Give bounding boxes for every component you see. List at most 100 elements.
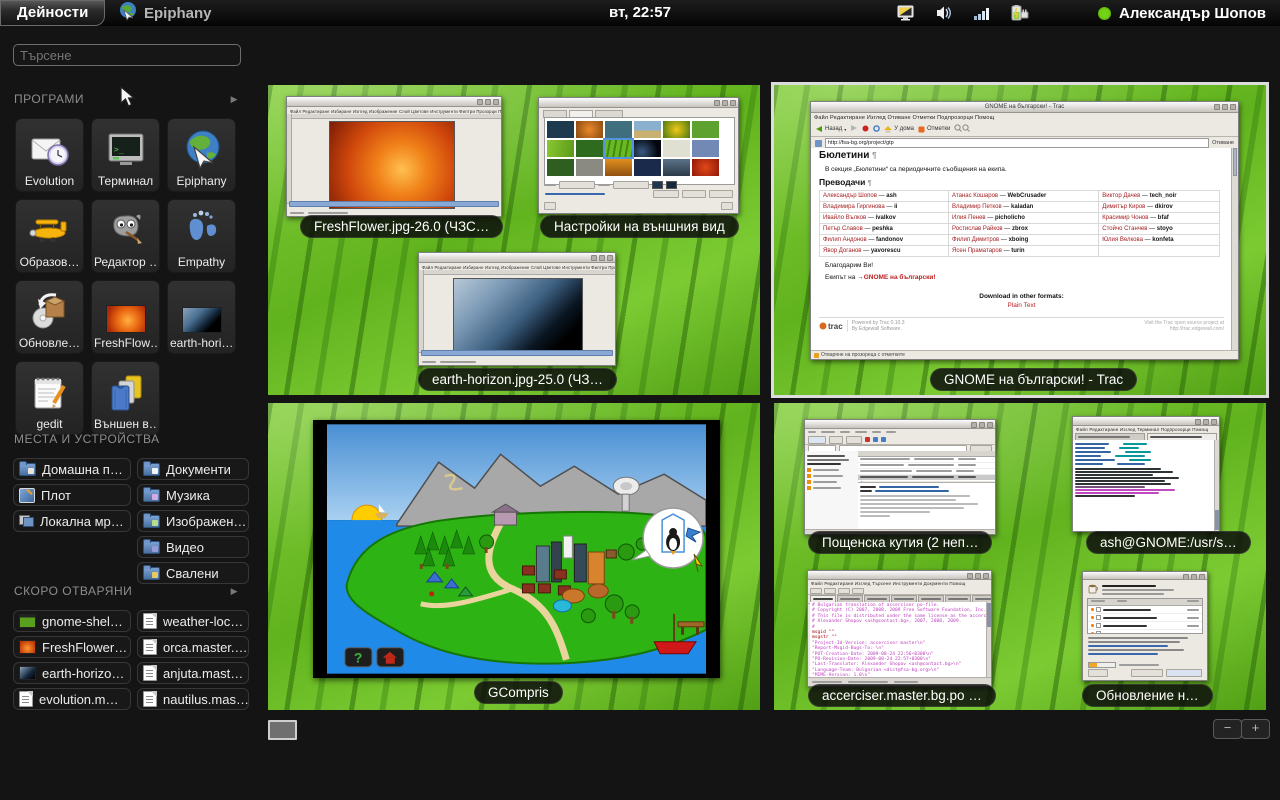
scrollbar-thumb[interactable]: [1215, 510, 1219, 530]
stop-icon[interactable]: [862, 125, 869, 134]
color-swatch[interactable]: [652, 181, 663, 189]
window-gimp-earthhorizon[interactable]: Файл Редактиране Избиране Изглед Изображ…: [418, 252, 616, 366]
check-updates-button[interactable]: [1131, 669, 1163, 677]
update-list[interactable]: [1087, 598, 1203, 634]
place-music[interactable]: Музика: [137, 484, 249, 506]
scrollbar-vertical[interactable]: [1231, 148, 1238, 351]
visit-link[interactable]: http://trac.edgewall.com/: [1170, 326, 1224, 332]
place-pictures[interactable]: Изображен…: [137, 510, 249, 532]
toolbar-button[interactable]: [829, 436, 843, 444]
message-row[interactable]: [858, 480, 995, 481]
wallpaper-thumb[interactable]: [547, 140, 574, 157]
recent-weather-locations[interactable]: weather-loc…: [137, 610, 249, 632]
translator-link[interactable]: Александър Шопов: [823, 193, 877, 199]
window-gimp-freshflower[interactable]: Файл Редактиране Избиране Изглед Изображ…: [286, 96, 502, 217]
plain-text-link[interactable]: Plain Text: [819, 302, 1224, 309]
email-link[interactable]: [879, 486, 939, 488]
wallpaper-thumb[interactable]: [634, 140, 661, 157]
recent-evolution-po[interactable]: evolution.m…: [13, 688, 131, 710]
pilcrow-link[interactable]: ¶: [868, 180, 872, 187]
wallpaper-thumb[interactable]: [692, 140, 719, 157]
wallpaper-thumb-selected[interactable]: [605, 140, 632, 157]
place-downloads[interactable]: Свалени: [137, 562, 249, 584]
user-menu[interactable]: Александър Шопов: [1098, 0, 1266, 26]
recent-gnome-shell[interactable]: gnome-shel…: [13, 610, 131, 632]
translator-link[interactable]: Владимир Петков: [952, 204, 1002, 210]
dropdown[interactable]: [613, 181, 649, 189]
button[interactable]: [653, 190, 679, 198]
toolbar-button[interactable]: [846, 436, 862, 444]
help-button[interactable]: [544, 202, 556, 210]
dropdown[interactable]: [559, 181, 595, 189]
update-row[interactable]: [1088, 606, 1202, 614]
home-button[interactable]: У дома: [884, 126, 914, 133]
wallpaper-thumb[interactable]: [576, 159, 603, 176]
delete-icon[interactable]: [865, 437, 870, 442]
message-list[interactable]: [858, 451, 995, 481]
toolbar-button[interactable]: [838, 588, 850, 594]
translator-link[interactable]: Ясен Праматаров: [952, 248, 1002, 254]
recent-anjuta-po[interactable]: anjuta.mast…: [137, 662, 249, 684]
translator-link[interactable]: Красимир Чонов: [1102, 215, 1148, 221]
wallpaper-thumb[interactable]: [692, 159, 719, 176]
window-appearance-settings[interactable]: [538, 97, 739, 214]
workspace-3[interactable]: ? GCompris: [268, 403, 760, 710]
wallpaper-thumb[interactable]: [547, 121, 574, 138]
bookmarks-button[interactable]: Отметки: [918, 126, 950, 133]
app-tile-empathy[interactable]: Empathy: [167, 199, 236, 273]
translator-link[interactable]: Атанас Кошаров: [952, 193, 998, 199]
go-button[interactable]: Отиване: [1212, 140, 1234, 146]
translator-link[interactable]: Филип Андонов: [823, 237, 867, 243]
gcompris-home-button[interactable]: [377, 648, 404, 667]
back-button[interactable]: Назад▾: [815, 125, 846, 133]
pilcrow-link[interactable]: ¶: [872, 151, 876, 160]
install-updates-button[interactable]: [1166, 669, 1202, 677]
place-documents[interactable]: Документи: [137, 458, 249, 480]
wallpaper-thumb[interactable]: [576, 121, 603, 138]
wallpaper-thumb[interactable]: [576, 140, 603, 157]
checkbox[interactable]: [1096, 631, 1101, 634]
workspace-1[interactable]: Файл Редактиране Избиране Изглед Изображ…: [268, 85, 760, 395]
window-gcompris[interactable]: ?: [313, 420, 720, 678]
add-workspace-button[interactable]: +: [1241, 719, 1270, 739]
place-videos[interactable]: Видео: [137, 536, 249, 558]
recent-earth-horizon[interactable]: earth-horizo…: [13, 662, 131, 684]
app-tile-evolution[interactable]: Evolution: [15, 118, 84, 192]
folder-tree[interactable]: [805, 451, 862, 530]
wallpaper-thumb[interactable]: [634, 121, 661, 138]
team-link[interactable]: GNOME на български!: [864, 274, 936, 281]
zoom-icons[interactable]: [954, 124, 970, 134]
translator-link[interactable]: Димитър Киров: [1102, 204, 1145, 210]
forward-icon[interactable]: [850, 124, 858, 134]
app-menu[interactable]: Epiphany: [118, 0, 212, 26]
window-gedit[interactable]: Файл Редактиране Изглед Търсене Инструме…: [807, 570, 992, 687]
scrollbar-thumb[interactable]: [987, 603, 991, 627]
scrollbar-vertical[interactable]: [1214, 440, 1219, 531]
remove-workspace-button[interactable]: −: [1213, 719, 1242, 739]
workspace-2-active[interactable]: GNOME на български! - Trac Файл Редактир…: [774, 85, 1266, 395]
app-tile-appearance[interactable]: Външен в…: [91, 361, 160, 435]
button[interactable]: [682, 190, 706, 198]
wallpaper-thumb[interactable]: [663, 140, 690, 157]
color-swatch[interactable]: [666, 181, 677, 189]
window-terminal[interactable]: Файл Редактиране Изглед Терминал Подпроз…: [1072, 416, 1220, 532]
translator-link[interactable]: Виктор Дачев: [1102, 193, 1140, 199]
translator-link[interactable]: Владимира Гиргинова: [823, 204, 885, 210]
app-tile-gcompris[interactable]: Образов…: [15, 199, 84, 273]
place-home[interactable]: Домашна п…: [13, 458, 131, 480]
forward-icon[interactable]: [881, 437, 886, 442]
url-input[interactable]: http://fsa-bg.org/project/gtp: [825, 138, 1209, 148]
app-tile-updater[interactable]: Обновле…: [15, 280, 84, 354]
wallpaper-thumb[interactable]: [605, 159, 632, 176]
network-signal-icon[interactable]: [974, 6, 990, 21]
gedit-editor[interactable]: # Bulgarian translation of accerciser po…: [810, 602, 987, 677]
toolbar-button[interactable]: [824, 588, 836, 594]
expand-arrow-icon[interactable]: ▶: [231, 586, 238, 597]
update-row[interactable]: [1088, 622, 1202, 630]
translator-link[interactable]: Филип Димитров: [952, 237, 999, 243]
expand-arrow-icon[interactable]: ▶: [231, 94, 238, 105]
volume-icon[interactable]: [936, 5, 954, 21]
link-line[interactable]: [1088, 645, 1168, 647]
epiphany-menubar[interactable]: Файл Редактиране Изглед Отиване Отметки …: [811, 113, 1238, 122]
wallpaper-thumb[interactable]: [692, 121, 719, 138]
